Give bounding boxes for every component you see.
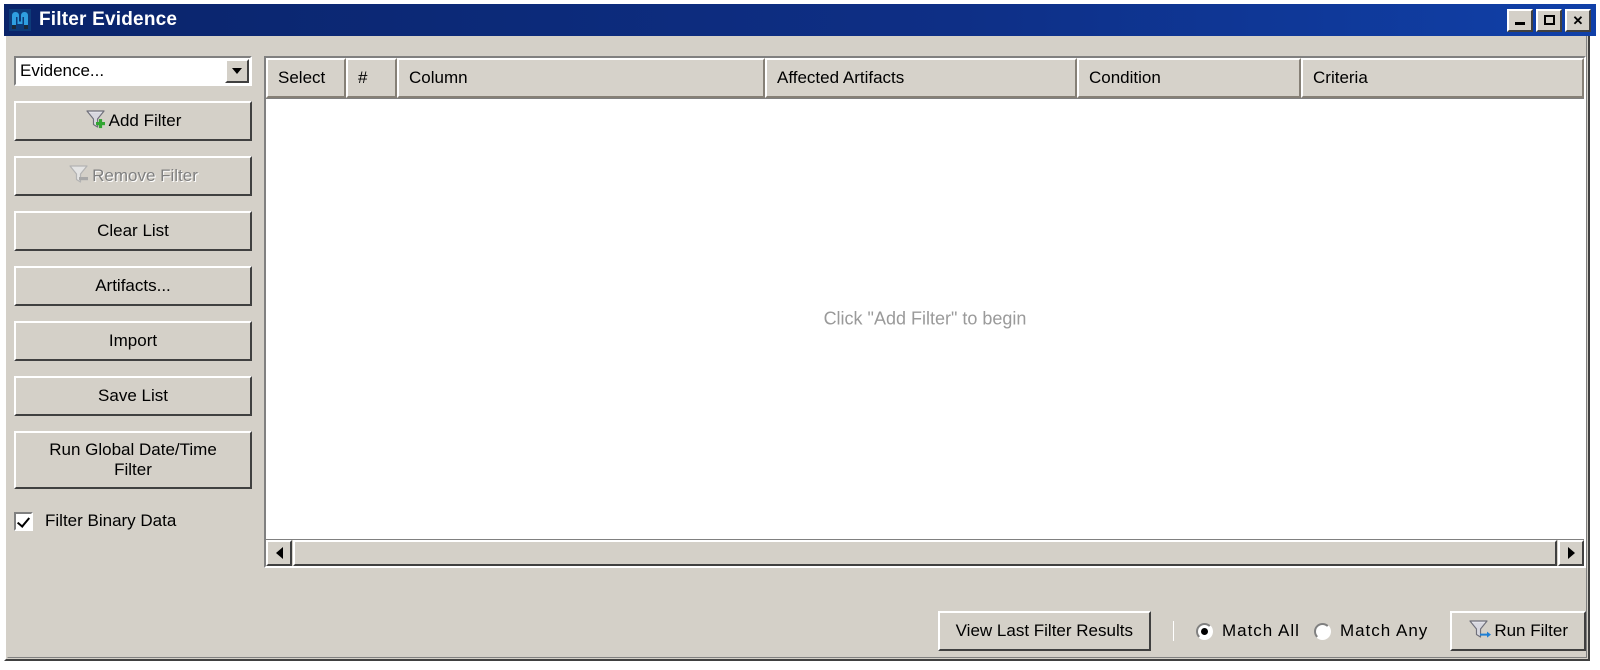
column-header-column[interactable]: Column	[397, 58, 765, 98]
artifacts-label: Artifacts...	[95, 276, 171, 296]
run-filter-button[interactable]: Run Filter	[1450, 611, 1586, 651]
match-all-radio-item[interactable]: Match All	[1195, 621, 1300, 641]
remove-filter-label: Remove Filter	[92, 166, 198, 186]
scrollbar-thumb[interactable]	[293, 540, 1557, 566]
import-label: Import	[108, 331, 158, 351]
run-filter-label: Run Filter	[1494, 621, 1568, 641]
funnel-plus-icon	[85, 108, 107, 135]
grid-body[interactable]: Click "Add Filter" to begin	[266, 99, 1584, 539]
chevron-down-icon[interactable]	[225, 59, 249, 83]
close-button[interactable]: ✕	[1565, 8, 1591, 32]
run-global-datetime-filter-label: Run Global Date/Time Filter	[49, 440, 217, 479]
column-header-condition[interactable]: Condition	[1077, 58, 1301, 98]
add-filter-button[interactable]: Add Filter	[14, 101, 252, 141]
filter-binary-data-checkbox-row[interactable]: Filter Binary Data	[14, 511, 254, 531]
maximize-icon	[1543, 15, 1555, 25]
save-list-button[interactable]: Save List	[14, 376, 252, 416]
column-header-affected-artifacts[interactable]: Affected Artifacts	[765, 58, 1077, 98]
remove-filter-button[interactable]: Remove Filter	[14, 156, 252, 196]
title-bar[interactable]: Filter Evidence ✕	[4, 4, 1596, 36]
view-last-filter-results-label: View Last Filter Results	[955, 621, 1133, 641]
run-global-datetime-filter-button[interactable]: Run Global Date/Time Filter	[14, 431, 252, 489]
grid-empty-message: Click "Add Filter" to begin	[823, 308, 1027, 329]
grid-horizontal-scrollbar[interactable]	[266, 539, 1584, 566]
sidebar: Evidence... Add Filter Remove Filter Cle…	[14, 56, 254, 531]
filter-binary-data-label: Filter Binary Data	[45, 511, 177, 530]
window-title: Filter Evidence	[39, 9, 178, 30]
match-all-radio[interactable]	[1195, 622, 1213, 640]
funnel-arrow-icon	[1468, 618, 1492, 645]
triangle-left-icon	[275, 547, 283, 559]
column-header-number[interactable]: #	[346, 58, 397, 98]
match-all-label: Match All	[1221, 621, 1300, 640]
import-button[interactable]: Import	[14, 321, 252, 361]
clear-list-label: Clear List	[97, 221, 169, 241]
filter-binary-data-checkbox[interactable]	[14, 511, 33, 531]
funnel-minus-icon	[68, 163, 90, 190]
maximize-button[interactable]	[1536, 8, 1562, 32]
column-header-criteria[interactable]: Criteria	[1301, 58, 1584, 98]
grid-header-row: Select # Column Affected Artifacts Condi…	[266, 58, 1584, 99]
save-list-label: Save List	[98, 386, 168, 406]
client-area: Evidence... Add Filter Remove Filter Cle…	[6, 40, 1594, 664]
artifacts-button[interactable]: Artifacts...	[14, 266, 252, 306]
window-controls: ✕	[1507, 8, 1591, 32]
column-header-select[interactable]: Select	[266, 58, 346, 98]
evidence-combo-value: Evidence...	[20, 61, 105, 80]
minimize-button[interactable]	[1507, 8, 1533, 32]
view-last-filter-results-button[interactable]: View Last Filter Results	[937, 611, 1151, 651]
magnet-m-logo-icon	[9, 9, 31, 31]
clear-list-button[interactable]: Clear List	[14, 211, 252, 251]
match-any-label: Match Any	[1339, 621, 1429, 640]
footer-bar: View Last Filter Results Match All Match…	[264, 608, 1586, 654]
close-icon: ✕	[1572, 12, 1584, 28]
match-mode-radio-group: Match All Match Any	[1172, 621, 1429, 641]
match-any-radio[interactable]	[1313, 622, 1331, 640]
minimize-icon	[1515, 22, 1525, 25]
filter-grid: Select # Column Affected Artifacts Condi…	[264, 56, 1586, 568]
match-any-radio-item[interactable]: Match Any	[1313, 621, 1429, 641]
scroll-right-button[interactable]	[1558, 540, 1584, 566]
scroll-left-button[interactable]	[266, 540, 292, 566]
add-filter-label: Add Filter	[108, 111, 182, 131]
evidence-combo[interactable]: Evidence...	[14, 56, 252, 86]
triangle-right-icon	[1567, 547, 1575, 559]
